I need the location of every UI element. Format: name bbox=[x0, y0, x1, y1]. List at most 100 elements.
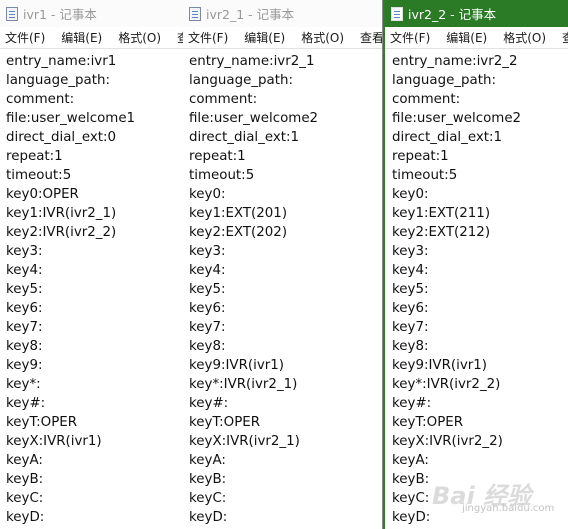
text-line: key6: bbox=[6, 301, 43, 316]
text-line: keyD: bbox=[189, 510, 228, 525]
window-title: ivr2_1 - 记事本 bbox=[206, 7, 295, 22]
text-line: keyA: bbox=[6, 453, 43, 468]
text-line: language_path: bbox=[6, 73, 110, 88]
text-line: language_path: bbox=[392, 73, 496, 88]
text-line: repeat:1 bbox=[189, 149, 246, 164]
window-title: ivr1 - 记事本 bbox=[23, 7, 97, 22]
text-line: file:user_welcome1 bbox=[6, 111, 136, 126]
text-line: key4: bbox=[392, 263, 429, 278]
text-line: key4: bbox=[189, 263, 226, 278]
text-line: direct_dial_ext:1 bbox=[392, 130, 503, 145]
menu-file[interactable]: 文件(F) bbox=[187, 28, 229, 47]
window-title: ivr2_2 - 记事本 bbox=[408, 7, 497, 22]
menu-bar: 文件(F) 编辑(E) 格式(O) 查看(V bbox=[183, 27, 382, 49]
notepad-icon bbox=[6, 6, 18, 21]
text-line: key0:OPER bbox=[6, 187, 79, 202]
text-line: key0: bbox=[189, 187, 226, 202]
text-line: key6: bbox=[392, 301, 429, 316]
notepad-window-ivr2-2: ivr2_2 - 记事本 文件(F) 编辑(E) 格式(O) 查看 entry_… bbox=[383, 0, 568, 529]
text-line: key9:IVR(ivr1) bbox=[189, 358, 285, 373]
menu-view[interactable]: 查看 bbox=[561, 28, 568, 47]
menu-file[interactable]: 文件(F) bbox=[389, 28, 431, 47]
text-line: key1:IVR(ivr2_1) bbox=[6, 206, 117, 221]
text-line: key2:EXT(212) bbox=[392, 225, 491, 240]
title-bar[interactable]: ivr2_1 - 记事本 bbox=[183, 0, 382, 27]
text-line: repeat:1 bbox=[392, 149, 449, 164]
title-bar[interactable]: ivr2_2 - 记事本 bbox=[385, 0, 568, 27]
text-line: key5: bbox=[189, 282, 226, 297]
text-line: repeat:1 bbox=[6, 149, 63, 164]
notepad-icon bbox=[189, 6, 201, 21]
text-line: file:user_welcome2 bbox=[392, 111, 522, 126]
menu-bar: 文件(F) 编辑(E) 格式(O) 查看 bbox=[385, 27, 568, 49]
text-line: key3: bbox=[189, 244, 226, 259]
text-editor-area[interactable]: entry_name:ivr2_2 language_path: comment: f… bbox=[385, 49, 568, 527]
text-line: direct_dial_ext:0 bbox=[6, 130, 117, 145]
text-line: key3: bbox=[392, 244, 429, 259]
menu-file[interactable]: 文件(F) bbox=[4, 28, 46, 47]
text-line: key0: bbox=[392, 187, 429, 202]
notepad-icon bbox=[391, 6, 403, 21]
menu-format[interactable]: 格式(O) bbox=[117, 28, 162, 47]
menu-edit[interactable]: 编辑(E) bbox=[60, 28, 103, 47]
text-line: key9:IVR(ivr1) bbox=[392, 358, 488, 373]
text-line: key2:IVR(ivr2_2) bbox=[6, 225, 117, 240]
text-line: key3: bbox=[6, 244, 43, 259]
menu-edit[interactable]: 编辑(E) bbox=[445, 28, 488, 47]
text-line: key5: bbox=[392, 282, 429, 297]
text-line: key4: bbox=[6, 263, 43, 278]
watermark-url: jingyan.baidu.com bbox=[462, 503, 555, 514]
title-bar[interactable]: ivr1 - 记事本 bbox=[0, 0, 183, 27]
menu-format[interactable]: 格式(O) bbox=[502, 28, 547, 47]
text-line: comment: bbox=[189, 92, 258, 107]
text-line: key8: bbox=[6, 339, 43, 354]
text-line: keyB: bbox=[189, 472, 227, 487]
menu-view[interactable]: 查看(V bbox=[359, 28, 382, 47]
text-line: key5: bbox=[6, 282, 43, 297]
text-editor-area[interactable]: entry_name:ivr2_1 language_path: comment: f… bbox=[183, 49, 382, 527]
menu-bar: 文件(F) 编辑(E) 格式(O) 查看 bbox=[0, 27, 183, 49]
text-line: key*:IVR(ivr2_1) bbox=[189, 377, 298, 392]
text-line: key#: bbox=[392, 396, 432, 411]
notepad-window-ivr2-1: ivr2_1 - 记事本 文件(F) 编辑(E) 格式(O) 查看(V entr… bbox=[183, 0, 384, 529]
text-line: direct_dial_ext:1 bbox=[189, 130, 300, 145]
text-line: keyX:IVR(ivr2_1) bbox=[189, 434, 300, 449]
text-line: key1:EXT(201) bbox=[189, 206, 288, 221]
text-line: key7: bbox=[392, 320, 429, 335]
text-line: entry_name:ivr2_2 bbox=[392, 54, 518, 69]
text-line: keyX:IVR(ivr1) bbox=[6, 434, 102, 449]
menu-format[interactable]: 格式(O) bbox=[300, 28, 345, 47]
text-line: keyA: bbox=[392, 453, 429, 468]
text-line: key#: bbox=[189, 396, 229, 411]
text-line: key7: bbox=[6, 320, 43, 335]
text-line: key9: bbox=[6, 358, 43, 373]
text-line: key8: bbox=[189, 339, 226, 354]
text-line: key7: bbox=[189, 320, 226, 335]
text-line: key1:EXT(211) bbox=[392, 206, 491, 221]
text-line: keyB: bbox=[6, 472, 44, 487]
text-line: comment: bbox=[392, 92, 461, 107]
text-line: keyC: bbox=[6, 491, 44, 506]
text-line: keyT:OPER bbox=[392, 415, 464, 430]
text-line: language_path: bbox=[189, 73, 293, 88]
text-line: entry_name:ivr1 bbox=[6, 54, 117, 69]
text-line: key#: bbox=[6, 396, 46, 411]
text-line: keyX:IVR(ivr2_2) bbox=[392, 434, 503, 449]
text-line: keyT:OPER bbox=[6, 415, 78, 430]
text-line: key2:EXT(202) bbox=[189, 225, 288, 240]
text-line: key6: bbox=[189, 301, 226, 316]
text-line: comment: bbox=[6, 92, 75, 107]
text-line: keyT:OPER bbox=[189, 415, 261, 430]
text-line: timeout:5 bbox=[189, 168, 255, 183]
text-line: timeout:5 bbox=[392, 168, 458, 183]
text-line: keyC: bbox=[189, 491, 227, 506]
text-line: key*:IVR(ivr2_2) bbox=[392, 377, 501, 392]
text-line: file:user_welcome2 bbox=[189, 111, 319, 126]
text-line: keyA: bbox=[189, 453, 226, 468]
text-line: timeout:5 bbox=[6, 168, 72, 183]
text-editor-area[interactable]: entry_name:ivr1 language_path: comment: fil… bbox=[0, 49, 183, 527]
text-line: entry_name:ivr2_1 bbox=[189, 54, 315, 69]
notepad-window-ivr1: ivr1 - 记事本 文件(F) 编辑(E) 格式(O) 查看 entry_na… bbox=[0, 0, 184, 529]
menu-edit[interactable]: 编辑(E) bbox=[243, 28, 286, 47]
text-line: key*: bbox=[6, 377, 41, 392]
